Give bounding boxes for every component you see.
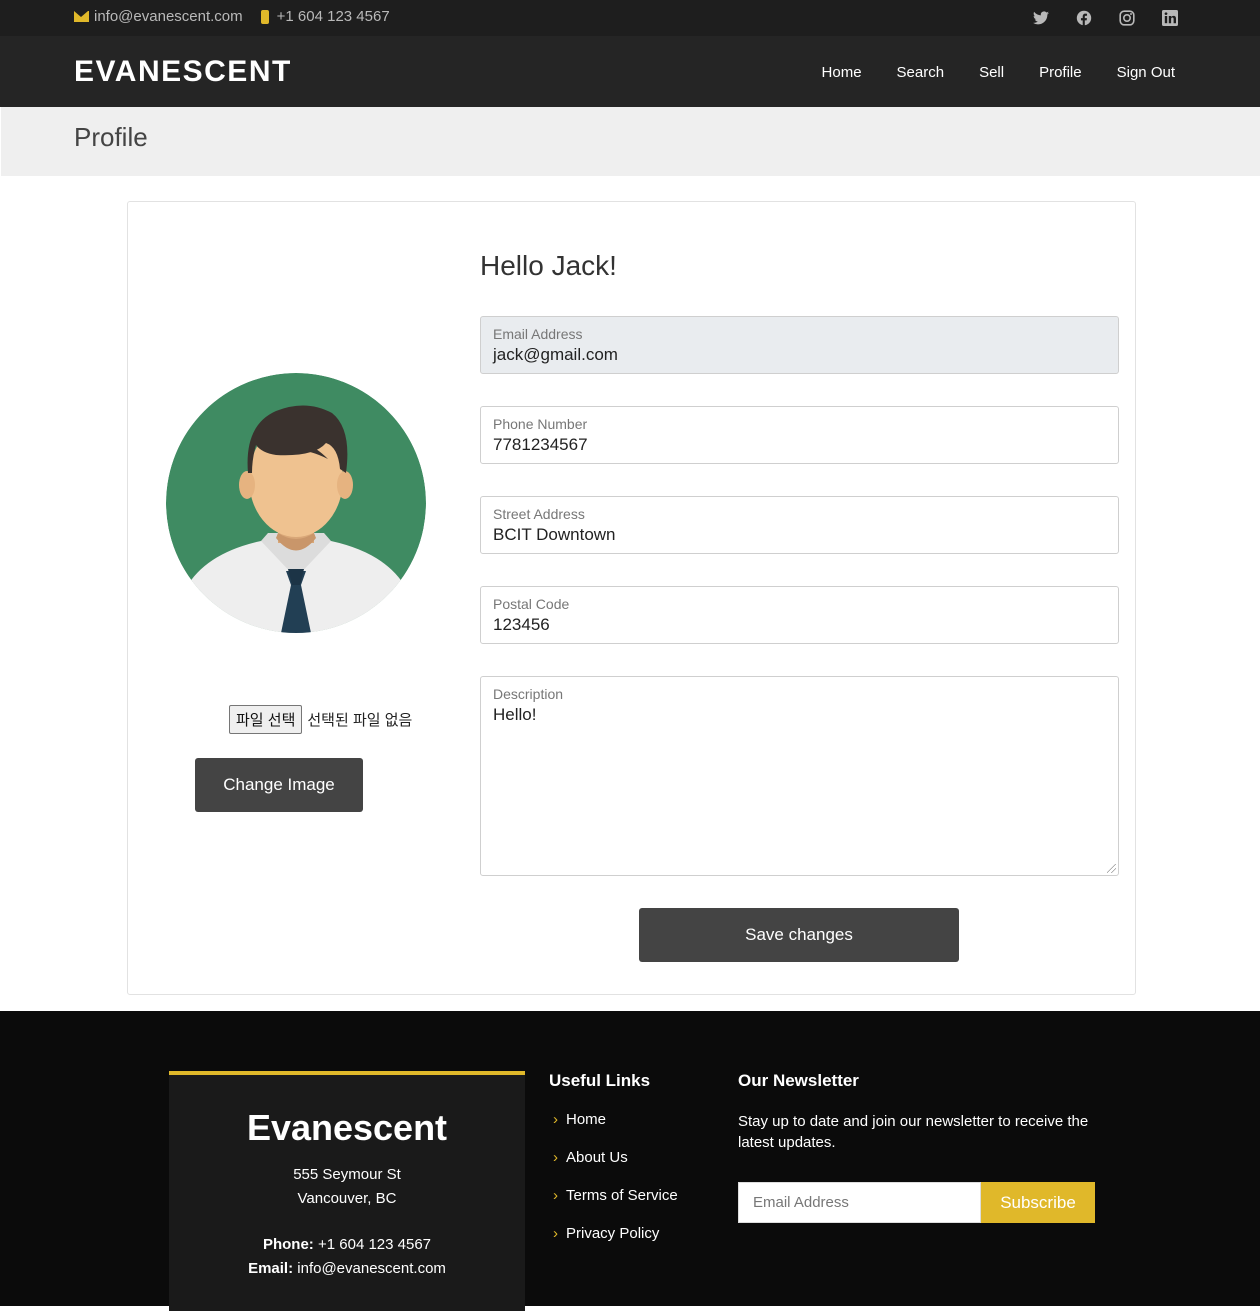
top-contact: info@evanescent.com +1 604 123 4567 (74, 8, 408, 25)
top-email-text: info@evanescent.com (94, 8, 243, 25)
envelope-icon (74, 11, 89, 22)
avatar-illustration (166, 373, 426, 633)
facebook-icon[interactable] (1075, 9, 1092, 26)
top-bar: info@evanescent.com +1 604 123 4567 (0, 0, 1260, 36)
chevron-right-icon: › (553, 1225, 558, 1242)
choose-file-button[interactable]: 파일 선택 (229, 705, 303, 734)
footer-link-label: Terms of Service (566, 1187, 678, 1204)
footer-link-label: Privacy Policy (566, 1225, 660, 1242)
description-field[interactable]: Description Hello! (480, 676, 1119, 876)
footer-phone-label: Phone: (262, 1236, 314, 1253)
avatar (166, 373, 426, 633)
change-image-button[interactable]: Change Image (195, 758, 363, 812)
chevron-right-icon: › (553, 1111, 558, 1128)
phone-value: 7781234567 (493, 435, 588, 454)
email-value: jack@gmail.com (493, 345, 618, 364)
footer-phone: +1 604 123 4567 (317, 1236, 432, 1253)
email-field[interactable]: Email Address jack@gmail.com (480, 316, 1119, 374)
street-address-label: Street Address (493, 506, 585, 522)
social-links (1032, 9, 1178, 26)
nav-sell[interactable]: Sell (979, 64, 1004, 81)
footer-email-row: Email: info@evanescent.com (169, 1257, 525, 1281)
footer-phone-row: Phone: +1 604 123 4567 (169, 1233, 525, 1257)
footer-brand: Evanescent (246, 1107, 448, 1148)
instagram-icon[interactable] (1118, 9, 1135, 26)
footer-address-line-1: 555 Seymour St (293, 1166, 401, 1183)
email-label: Email Address (493, 326, 583, 342)
footer-email-label: Email: (248, 1260, 294, 1277)
linkedin-icon[interactable] (1161, 9, 1178, 26)
footer-brand-box: Evanescent 555 Seymour St Vancouver, BC … (169, 1071, 525, 1311)
chevron-right-icon: › (553, 1149, 558, 1166)
footer-address: 555 Seymour St Vancouver, BC (169, 1163, 525, 1211)
street-address-field[interactable]: Street Address BCIT Downtown (480, 496, 1119, 554)
footer-email[interactable]: info@evanescent.com (297, 1260, 446, 1277)
resize-handle-icon[interactable] (1107, 864, 1116, 873)
nav-search[interactable]: Search (897, 64, 945, 81)
postal-code-value: 123456 (493, 615, 550, 634)
postal-code-field[interactable]: Postal Code 123456 (480, 586, 1119, 644)
footer-link-terms[interactable]: › Terms of Service (549, 1187, 678, 1225)
useful-links: Useful Links › Home › About Us › Terms of S… (549, 1071, 678, 1263)
phone-label: Phone Number (493, 416, 588, 432)
street-address-value: BCIT Downtown (493, 525, 616, 544)
footer-link-about[interactable]: › About Us (549, 1149, 678, 1187)
footer-link-privacy[interactable]: › Privacy Policy (549, 1225, 678, 1263)
nav-sign-out[interactable]: Sign Out (1117, 64, 1175, 81)
useful-links-list: › Home › About Us › Terms of Service › Priva… (549, 1111, 678, 1263)
useful-links-title: Useful Links (549, 1071, 651, 1090)
file-status: 선택된 파일 없음 (307, 712, 413, 729)
newsletter-title: Our Newsletter (738, 1071, 859, 1090)
footer-link-home[interactable]: › Home (549, 1111, 678, 1149)
phone-field[interactable]: Phone Number 7781234567 (480, 406, 1119, 464)
description-value: Hello! (493, 705, 537, 724)
footer-address-line-2: Vancouver, BC (297, 1190, 397, 1207)
twitter-icon[interactable] (1032, 9, 1049, 26)
footer-link-label: About Us (566, 1149, 628, 1166)
footer-contact: Phone: +1 604 123 4567 Email: info@evane… (169, 1233, 525, 1281)
top-phone-text: +1 604 123 4567 (276, 8, 390, 25)
site-logo[interactable]: EVANESCENT (74, 55, 292, 89)
nav-profile[interactable]: Profile (1039, 64, 1082, 81)
greeting: Hello Jack! (480, 250, 617, 281)
newsletter-text: Stay up to date and join our newsletter … (738, 1113, 1089, 1151)
chevron-right-icon: › (553, 1187, 558, 1204)
top-email[interactable]: info@evanescent.com (74, 8, 243, 25)
newsletter-email-input[interactable]: Email Address (738, 1182, 981, 1223)
page-title: Profile (74, 122, 148, 152)
phone-icon (260, 9, 269, 24)
page-title-bar: Profile (1, 107, 1260, 176)
newsletter-form: Email Address Subscribe (738, 1182, 1095, 1223)
main-nav: Home Search Sell Profile Sign Out (822, 64, 1175, 81)
main-header: EVANESCENT Home Search Sell Profile Sign… (0, 36, 1260, 107)
footer-link-label: Home (566, 1111, 607, 1128)
postal-code-label: Postal Code (493, 596, 570, 612)
nav-home[interactable]: Home (822, 64, 862, 81)
file-input: 파일 선택 선택된 파일 없음 (229, 705, 412, 734)
profile-card: 파일 선택 선택된 파일 없음 Change Image Hello Jack!… (127, 201, 1136, 995)
subscribe-button[interactable]: Subscribe (981, 1182, 1095, 1223)
description-label: Description (493, 686, 564, 702)
footer: Evanescent 555 Seymour St Vancouver, BC … (0, 1011, 1260, 1311)
newsletter: Our Newsletter Stay up to date and join … (738, 1071, 1098, 1223)
save-changes-button[interactable]: Save changes (639, 908, 959, 962)
top-phone: +1 604 123 4567 (260, 8, 390, 25)
